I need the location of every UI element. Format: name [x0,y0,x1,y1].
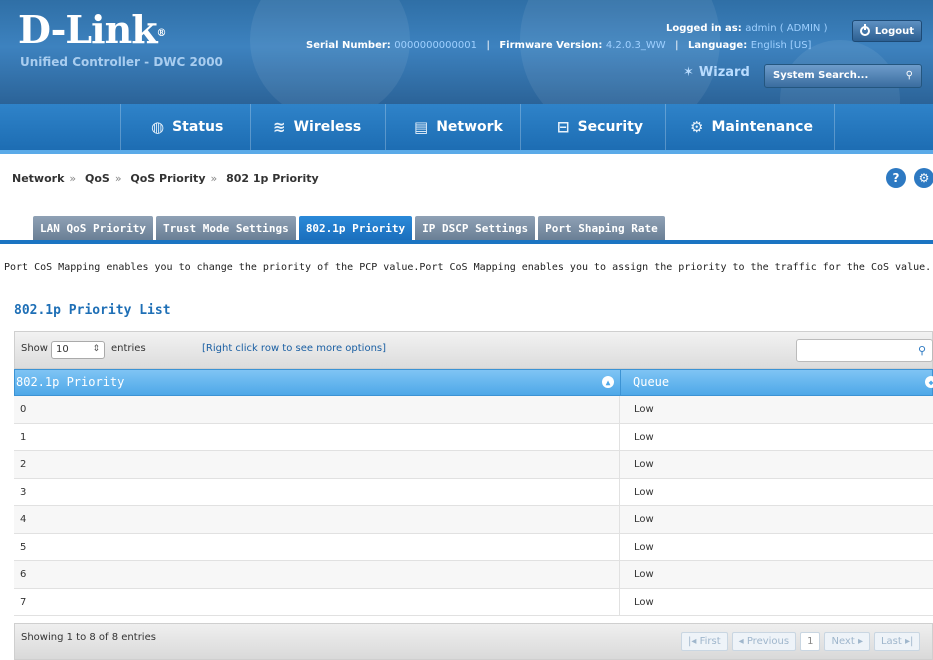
list-title: 802.1p Priority List [14,303,171,318]
queue-cell: Low [634,459,654,470]
settings-icon[interactable]: ⚙ [914,168,933,188]
network-icon: ▤ [414,118,429,136]
table-footer: Showing 1 to 8 of 8 entries |◂ First ◂ P… [14,623,933,660]
breadcrumb-qos-priority[interactable]: QoS Priority [130,172,205,185]
device-info: Serial Number: 0000000000001 | Firmware … [306,40,812,51]
firmware-label: Firmware Version: [499,40,603,51]
sort-icon[interactable]: ◆ [925,376,933,388]
tab-underline [0,240,933,244]
priority-cell: 3 [14,478,620,505]
logged-in-label: Logged in as: [666,23,742,34]
wifi-icon: ≋ [273,118,286,136]
table-row[interactable]: 5 Low [14,533,933,561]
nav-network[interactable]: ▤ Network [385,104,520,150]
help-icon[interactable]: ? [886,168,906,188]
priority-cell: 2 [14,451,620,478]
table-info: Showing 1 to 8 of 8 entries [21,632,156,643]
nav-wireless[interactable]: ≋ Wireless [250,104,385,150]
page-number-button[interactable]: 1 [800,632,821,651]
tab-ip-dscp-settings[interactable]: IP DSCP Settings [415,216,536,240]
column-header-queue[interactable]: Queue ◆ [621,370,933,395]
table-row[interactable]: 6 Low [14,561,933,589]
wizard-link[interactable]: ✶ Wizard [683,65,750,80]
breadcrumb-current: 802 1p Priority [226,172,319,185]
logout-button[interactable]: Logout [852,20,922,42]
serial-value: 0000000000001 [394,40,477,51]
last-page-button[interactable]: Last ▸| [873,632,921,651]
table-search-input[interactable]: ⚲ [796,339,933,362]
logged-in-info: Logged in as: admin ( ADMIN ) [666,23,827,34]
breadcrumb-network[interactable]: Network [12,172,64,185]
column-header-priority[interactable]: 802.1p Priority ▲ [15,370,621,395]
queue-cell: Low [634,569,654,580]
header-decoration [250,0,410,104]
table-row[interactable]: 0 Low [14,396,933,424]
language-label: Language: [688,40,748,51]
main-nav: ◍ Status ≋ Wireless ▤ Network ⊟ Security… [0,104,933,154]
table-hint: [Right click row to see more options] [202,343,387,354]
pagination: |◂ First ◂ Previous 1 Next ▸ Last ▸| [681,632,921,651]
table-body: 0 Low 1 Low 2 Low 3 Low 4 Low 5 Low 6 Low 7 Low [14,396,933,616]
wand-icon: ✶ [683,65,694,80]
language-value[interactable]: English [US] [751,40,812,51]
table-toolbar: Show 10 ⇕ entries [Right click row to se… [14,331,933,369]
tab-port-shaping-rate[interactable]: Port Shaping Rate [538,216,665,240]
queue-cell: Low [634,596,654,608]
table-row[interactable]: 3 Low [14,478,933,506]
logged-in-user: admin ( ADMIN ) [745,23,828,34]
show-label: Show [21,343,48,354]
entries-label: entries [111,343,146,354]
breadcrumb: Network» QoS» QoS Priority» 802 1p Prior… [12,172,319,185]
header-decoration [520,0,720,104]
serial-label: Serial Number: [306,40,391,51]
status-icon: ◍ [151,118,165,136]
power-icon [859,24,870,36]
priority-cell: 6 [14,561,620,588]
priority-cell: 5 [14,533,620,560]
page-length-select[interactable]: 10 ⇕ [51,341,105,359]
table-row[interactable]: 4 Low [14,506,933,534]
table-row[interactable]: 7 Low [14,588,933,616]
product-subtitle: Unified Controller - DWC 2000 [20,55,223,69]
sort-asc-icon[interactable]: ▲ [602,376,614,388]
tab-strip: LAN QoS Priority Trust Mode Settings 802… [33,216,665,240]
queue-cell: Low [634,404,654,415]
table-row[interactable]: 1 Low [14,423,933,451]
table-row[interactable]: 2 Low [14,451,933,479]
next-page-button[interactable]: Next ▸ [824,632,870,651]
previous-page-button[interactable]: ◂ Previous [731,632,797,651]
select-arrows-icon: ⇕ [92,344,100,354]
search-icon: ⚲ [917,344,926,357]
priority-cell: 7 [14,588,620,615]
dlink-logo: D-Link® [18,7,167,52]
first-page-button[interactable]: |◂ First [681,632,728,651]
nav-status[interactable]: ◍ Status [120,104,250,150]
table-header: 802.1p Priority ▲ Queue ◆ [14,369,933,396]
tab-802-1p-priority[interactable]: 802.1p Priority [298,216,413,240]
app-header: D-Link® Unified Controller - DWC 2000 Se… [0,0,933,104]
queue-cell: Low [634,541,654,553]
priority-cell: 4 [14,506,620,533]
queue-cell: Low [634,486,654,498]
queue-cell: Low [634,514,654,525]
priority-cell: 1 [14,423,620,450]
queue-cell: Low [634,431,654,443]
gear-icon: ⚙ [690,118,704,136]
system-search-input[interactable]: System Search... ⚲ [764,64,922,88]
tab-lan-qos-priority[interactable]: LAN QoS Priority [33,216,153,240]
breadcrumb-qos[interactable]: QoS [85,172,110,185]
firmware-value: 4.2.0.3_WW [605,40,666,51]
page-description: Port CoS Mapping enables you to change t… [4,262,932,273]
tab-trust-mode-settings[interactable]: Trust Mode Settings [155,216,296,240]
search-icon[interactable]: ⚲ [906,70,913,81]
nav-security[interactable]: ⊟ Security [520,104,665,150]
priority-cell: 0 [14,396,620,423]
lock-icon: ⊟ [557,118,570,136]
nav-maintenance[interactable]: ⚙ Maintenance [665,104,835,150]
